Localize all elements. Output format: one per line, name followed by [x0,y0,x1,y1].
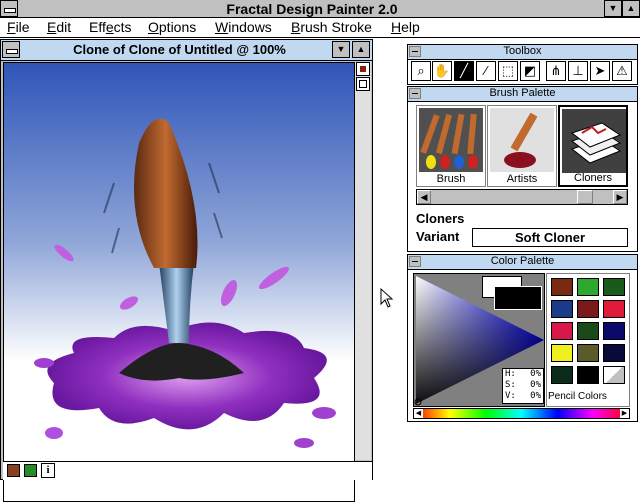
color-swatch[interactable] [577,344,599,362]
menu-file[interactable]: File [7,19,30,35]
hue-left-arrow[interactable]: ◀ [414,409,423,418]
color-set-grid [546,273,630,407]
hue-right-arrow[interactable]: ▶ [620,409,629,418]
primary-color-swatch[interactable] [494,286,542,310]
minimize-button[interactable]: ▼ [604,0,622,17]
document-status-bar: i [3,461,372,480]
color-swatch[interactable] [603,300,625,318]
color-swatch[interactable] [551,300,573,318]
app-title-bar: Fractal Design Painter 2.0 ▼ ▲ [0,0,640,18]
color-swatch[interactable] [603,278,625,296]
document-system-menu-button[interactable] [2,41,20,58]
color-swatch[interactable] [603,344,625,362]
frisket-icon[interactable]: ⊥ [568,61,588,81]
color-swatch[interactable] [577,278,599,296]
warning-triangle-icon[interactable]: ⚠ [612,61,632,81]
document-minimize-button[interactable]: ▼ [332,41,350,58]
toolbox-panel: Toolbox ⌕ ✋ ╱ ⁄ ⬚ ◩ ⋔ ⊥ ➤ ⚠ [407,44,638,85]
brush-label: Brush [436,173,466,185]
selected-brush-name: Cloners [416,211,465,226]
color-set-label: Pencil Colors [548,391,607,402]
menu-options[interactable]: Options [148,19,196,35]
brush-tile-brush[interactable]: Brush [416,105,486,187]
variant-label: Variant [416,229,460,244]
color-swatch[interactable] [577,366,599,384]
color-swatch[interactable] [551,344,573,362]
grid-toggle-icon[interactable] [356,77,370,91]
menu-bar: File Edit Effects Options Windows Brush … [0,18,640,38]
artists-brush-icon [490,108,554,172]
canvas-color-icon[interactable] [356,62,370,76]
menu-windows[interactable]: Windows [215,19,272,35]
info-icon[interactable]: i [41,463,55,478]
dropper-icon[interactable]: ⁄ [476,61,496,81]
brush-tile-artists[interactable]: Artists [487,105,557,187]
toolbox-title-bar[interactable]: Toolbox [408,45,637,60]
color-swatch[interactable] [577,322,599,340]
menu-help[interactable]: Help [391,19,420,35]
maximize-button[interactable]: ▲ [622,0,640,17]
hue-slider[interactable]: ◀ ▶ [413,408,630,419]
mouse-cursor-icon [380,288,394,308]
brush-brush-icon [419,108,483,172]
variant-dropdown[interactable]: Soft Cloner [472,228,628,247]
color-swatch[interactable] [603,322,625,340]
app-title: Fractal Design Painter 2.0 [226,1,398,17]
brush-tile-cloners[interactable]: Cloners [558,105,628,187]
brush-palette-title-bar[interactable]: Brush Palette [408,87,637,102]
color-picker-area[interactable]: H: 0% S: 0% V: 0% [413,273,545,407]
color-swatch[interactable] [577,300,599,318]
color-palette-title-bar[interactable]: Color Palette [408,255,637,270]
menu-brush-stroke[interactable]: Brush Stroke [291,19,372,35]
paper-texture-icon[interactable] [7,464,20,477]
system-menu-button[interactable] [0,0,18,17]
brush-horizontal-scrollbar[interactable]: ◀ ▶ [416,189,628,205]
brush-palette-close-button[interactable] [409,88,421,99]
artists-label: Artists [506,173,538,185]
swatch-fold-icon[interactable] [603,366,625,384]
pointer-icon[interactable]: ➤ [590,61,610,81]
rectangle-select-icon[interactable]: ⬚ [498,61,518,81]
color-swatch[interactable] [551,278,573,296]
document-title: Clone of Clone of Untitled @ 100% [73,42,286,57]
color-swatch-icon[interactable] [24,464,37,477]
bucket-icon[interactable]: ◩ [520,61,540,81]
brush-icon[interactable]: ╱ [454,61,474,81]
grabber-hand-icon[interactable]: ✋ [432,61,452,81]
scroll-right-arrow[interactable]: ▶ [613,190,627,204]
document-maximize-button[interactable]: ▲ [352,41,370,58]
color-swatch[interactable] [551,322,573,340]
document-vertical-scrollbar[interactable] [355,62,371,460]
scroll-left-arrow[interactable]: ◀ [417,190,431,204]
color-swatch[interactable] [551,366,573,384]
menu-effects[interactable]: Effects [89,19,132,35]
brush-palette-panel: Brush Palette Brush Artists Cloners ◀ ▶ … [407,86,638,252]
brush-variant-icon[interactable]: ⋔ [546,61,566,81]
document-title-bar[interactable]: Clone of Clone of Untitled @ 100% ▼ ▲ [1,40,372,61]
hsv-readout: H: 0% S: 0% V: 0% [502,368,544,404]
cloners-brush-icon [562,109,626,173]
color-palette-close-button[interactable] [409,256,421,267]
scroll-thumb[interactable] [577,190,593,204]
clone-artwork-image [4,63,354,461]
cloners-label: Cloners [574,172,612,184]
painting-canvas[interactable] [3,62,355,502]
color-palette-panel: Color Palette H: 0% S: 0% V: 0% Pencil C… [407,254,638,422]
menu-edit[interactable]: Edit [47,19,71,35]
toolbox-close-button[interactable] [409,46,421,57]
magnifier-icon[interactable]: ⌕ [411,61,431,81]
document-window: Clone of Clone of Untitled @ 100% ▼ ▲ i [0,39,373,502]
